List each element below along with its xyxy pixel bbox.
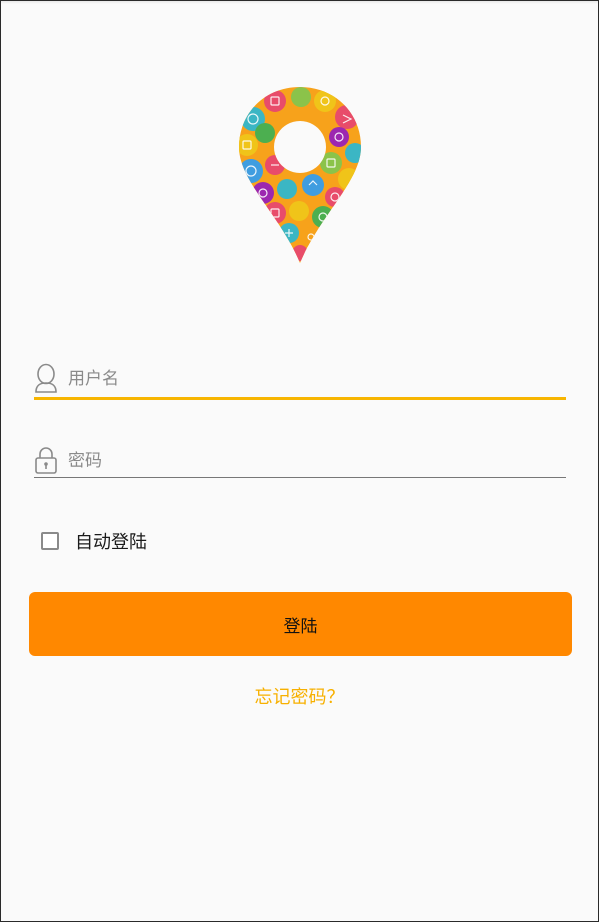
auto-login-option[interactable]: 自动登陆 [41,528,147,554]
auto-login-label: 自动登陆 [75,532,147,553]
username-underline [34,397,566,400]
lock-icon [35,447,57,474]
user-icon [35,363,57,393]
username-field [34,359,566,400]
forgot-password-link[interactable]: 忘记密码？ [255,687,345,708]
login-screen: 自动登陆 登陆 忘记密码？ [0,0,599,922]
password-input[interactable] [68,447,548,475]
password-field [34,441,566,481]
login-button[interactable]: 登陆 [29,592,572,656]
auto-login-checkbox[interactable] [41,532,59,550]
password-underline [34,477,566,478]
username-input[interactable] [68,365,548,393]
status-bar-shadow [1,1,598,4]
map-pin-icon [239,87,361,263]
forgot-password-row: 忘记密码？ [1,683,598,709]
